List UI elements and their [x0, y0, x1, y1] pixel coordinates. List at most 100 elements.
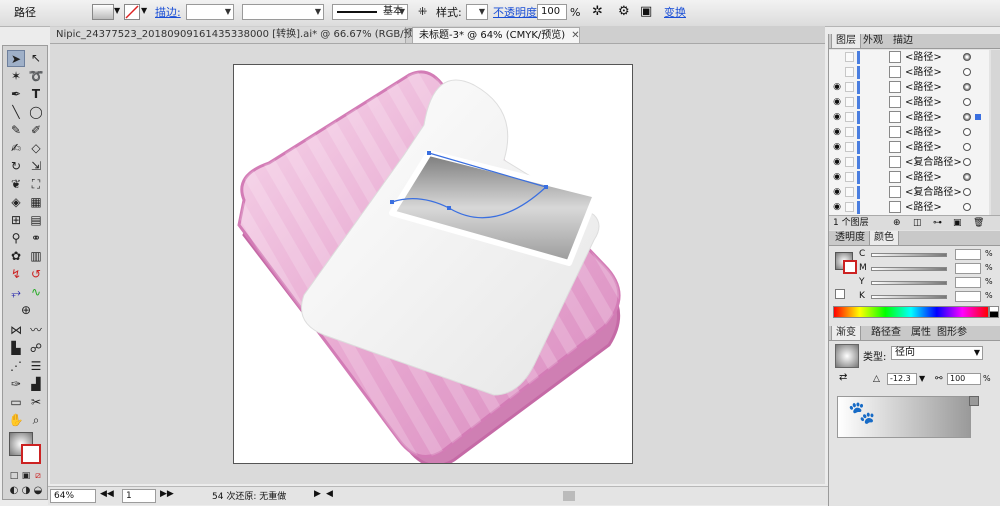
color-spectrum[interactable]: [833, 306, 989, 318]
lock-toggle[interactable]: [845, 52, 854, 62]
paintbrush-tool-icon[interactable]: ✎: [7, 122, 25, 139]
chevron-down-icon[interactable]: ▼: [141, 6, 147, 15]
lock-toggle[interactable]: [845, 187, 854, 197]
envelope-tool-icon[interactable]: 〰: [27, 322, 45, 339]
shape-builder-tool-icon[interactable]: ◈: [7, 194, 25, 211]
aspect-ratio-input[interactable]: 100: [947, 373, 981, 385]
tab-document-1[interactable]: Nipic_24377523_20180909161435338000 [转换]…: [50, 27, 442, 43]
lock-toggle[interactable]: [845, 172, 854, 182]
artboard-tool-icon[interactable]: ▭: [7, 394, 25, 411]
slice-tool-icon[interactable]: ✂: [27, 394, 45, 411]
ellipse-tool-icon[interactable]: ◯: [27, 104, 45, 121]
eye-icon[interactable]: ◉: [832, 157, 842, 167]
eye-icon[interactable]: ◉: [832, 172, 842, 182]
target-icon[interactable]: [963, 188, 971, 196]
brush-definition-select[interactable]: 基本 ▼: [332, 4, 408, 20]
angle-input[interactable]: -12.3: [887, 373, 917, 385]
new-sublayer-icon[interactable]: ⊶: [933, 216, 942, 230]
recolor-icon[interactable]: ✲: [592, 4, 603, 19]
tab-document-2[interactable]: 未标题-3* @ 64% (CMYK/预览) ✕: [412, 27, 580, 43]
target-icon[interactable]: [963, 68, 971, 76]
target-icon[interactable]: [963, 113, 971, 121]
list-tool-icon[interactable]: ☰: [27, 358, 45, 375]
width-tool-icon[interactable]: ⋈: [7, 322, 25, 339]
locate-object-icon[interactable]: ⊕: [893, 216, 901, 230]
lock-toggle[interactable]: [845, 127, 854, 137]
mesh-tool-icon[interactable]: ⊞: [7, 212, 25, 229]
cyan-row[interactable]: C%: [859, 249, 999, 261]
variable-width-select[interactable]: ▼: [242, 4, 324, 20]
magenta-slider[interactable]: [871, 267, 947, 271]
cyan-input[interactable]: [955, 249, 981, 260]
tab-appearance[interactable]: 外观: [859, 34, 887, 48]
eye-icon[interactable]: ◉: [832, 202, 842, 212]
target-icon[interactable]: [963, 143, 971, 151]
pencil-tool-icon[interactable]: ✐: [27, 122, 45, 139]
target-icon[interactable]: [963, 203, 971, 211]
magenta-input[interactable]: [955, 263, 981, 274]
artboard[interactable]: [233, 64, 633, 468]
folder-artwork[interactable]: [234, 65, 632, 468]
free-transform-tool-icon[interactable]: ⛶: [27, 176, 45, 193]
reverse-gradient-icon[interactable]: ⇄: [839, 372, 847, 383]
page-select[interactable]: 1: [122, 489, 156, 503]
layer-row[interactable]: <路径>: [829, 50, 989, 66]
make-clip-icon[interactable]: ◫: [913, 216, 922, 230]
layer-row[interactable]: ◉ <路径>: [829, 110, 989, 126]
target-icon[interactable]: [963, 128, 971, 136]
stroke-weight-input[interactable]: ▼: [186, 4, 234, 20]
lock-toggle[interactable]: [845, 157, 854, 167]
layer-row[interactable]: ◉ <路径>: [829, 125, 989, 141]
stroke-color-swatch[interactable]: [21, 444, 41, 464]
next-page-icon[interactable]: ▶▶: [160, 489, 174, 499]
eye-icon[interactable]: ◉: [832, 82, 842, 92]
eye-icon[interactable]: ◉: [832, 127, 842, 137]
target-icon[interactable]: [963, 83, 971, 91]
close-icon[interactable]: ✕: [571, 30, 579, 41]
align-icon[interactable]: ▣: [640, 4, 652, 19]
tab-color[interactable]: 颜色: [869, 231, 899, 245]
layer-row[interactable]: ◉ <路径>: [829, 170, 989, 186]
new-layer-icon[interactable]: ▣: [953, 216, 962, 230]
lock-toggle[interactable]: [845, 67, 854, 77]
layer-row[interactable]: ◉ <路径>: [829, 140, 989, 156]
layer-row[interactable]: ◉ <路径>: [829, 80, 989, 96]
lock-toggle[interactable]: [845, 82, 854, 92]
yellow-input[interactable]: [955, 277, 981, 288]
grid-icon[interactable]: ⁜: [418, 5, 427, 18]
zoom-select[interactable]: 64%: [50, 489, 96, 503]
smooth-tool-icon[interactable]: ∿: [27, 284, 45, 301]
black-input[interactable]: [955, 291, 981, 302]
eye-icon[interactable]: ◉: [832, 112, 842, 122]
black-slider[interactable]: [871, 295, 947, 299]
puppet-tool-icon[interactable]: ☍: [27, 340, 45, 357]
yellow-row[interactable]: Y%: [859, 277, 999, 289]
eye-icon[interactable]: ◉: [832, 97, 842, 107]
horizontal-scrollbar-thumb[interactable]: [563, 491, 575, 501]
stroke-swatch[interactable]: [124, 4, 140, 20]
layer-row[interactable]: <路径>: [829, 65, 989, 81]
status-menu-icon[interactable]: ▶: [314, 489, 321, 499]
eraser-tool-icon[interactable]: ◇: [27, 140, 45, 157]
lock-toggle[interactable]: [845, 112, 854, 122]
eye-icon[interactable]: ◉: [832, 142, 842, 152]
scale-tool-icon[interactable]: ⇲: [27, 158, 45, 175]
gradient-preview-swatch[interactable]: [835, 344, 859, 368]
tab-graphic-styles[interactable]: 图形参: [933, 326, 971, 340]
tab-transparency[interactable]: 透明度: [831, 231, 869, 245]
graph-tool-icon[interactable]: ⋰: [7, 358, 25, 375]
eye-icon[interactable]: [832, 52, 842, 62]
target-icon[interactable]: [963, 173, 971, 181]
selection-tool-icon[interactable]: ➤: [7, 50, 25, 67]
layers-scrollbar[interactable]: [991, 50, 1000, 215]
layer-row[interactable]: ◉ <路径>: [829, 95, 989, 111]
tab-attributes[interactable]: 属性: [907, 326, 935, 340]
anchor-convert-tool-icon[interactable]: ↯: [7, 266, 25, 283]
opacity-input[interactable]: 100: [537, 4, 567, 20]
blend-tool-icon[interactable]: ⚭: [27, 230, 45, 247]
gradient-type-select[interactable]: 径向 ▼: [891, 346, 983, 360]
chart-tool-icon[interactable]: ▙: [7, 340, 25, 357]
cyan-slider[interactable]: [871, 253, 947, 257]
draw-inside-icon[interactable]: ◒: [29, 482, 47, 499]
out-of-gamut-icon[interactable]: [835, 289, 845, 299]
